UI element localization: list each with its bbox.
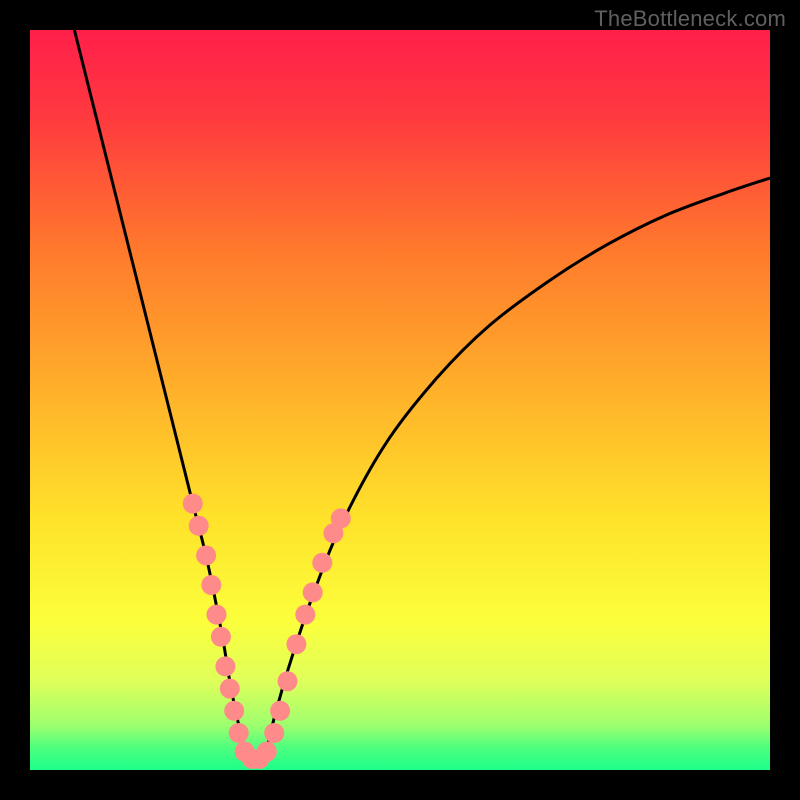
data-marker (201, 575, 221, 595)
data-marker (211, 627, 231, 647)
data-marker (229, 723, 249, 743)
bottleneck-curve (74, 30, 770, 764)
data-marker (257, 742, 277, 762)
data-marker (312, 553, 332, 573)
data-marker (189, 516, 209, 536)
data-marker (183, 494, 203, 514)
data-marker (278, 671, 298, 691)
chart-svg (30, 30, 770, 770)
data-marker (303, 582, 323, 602)
data-marker (196, 545, 216, 565)
data-marker (220, 679, 240, 699)
data-marker (224, 701, 244, 721)
data-markers (183, 494, 351, 769)
data-marker (286, 634, 306, 654)
data-marker (270, 701, 290, 721)
watermark-text: TheBottleneck.com (594, 6, 786, 32)
data-marker (215, 656, 235, 676)
chart-frame: TheBottleneck.com (0, 0, 800, 800)
data-marker (331, 508, 351, 528)
data-marker (295, 605, 315, 625)
data-marker (207, 605, 227, 625)
data-marker (264, 723, 284, 743)
plot-area (30, 30, 770, 770)
